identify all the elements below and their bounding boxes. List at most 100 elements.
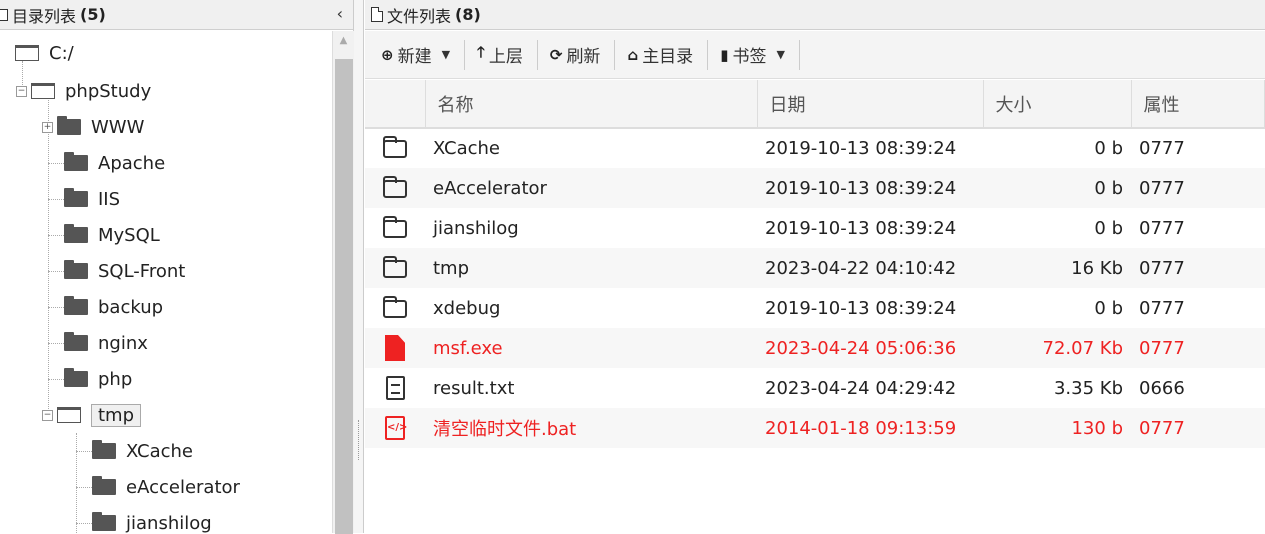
- folder-closed-icon: [64, 296, 88, 315]
- file-name[interactable]: msf.exe: [425, 328, 757, 368]
- new-button[interactable]: ⊕ 新建 ▼: [375, 39, 466, 70]
- icon-column-header: [365, 80, 426, 129]
- file-name[interactable]: XCache: [425, 128, 757, 168]
- home-icon: ⌂: [627, 45, 639, 64]
- file-size: 0 b: [1094, 297, 1123, 319]
- tree-node-php[interactable]: php: [64, 364, 132, 394]
- table-row[interactable]: jianshilog 2019-10-13 08:39:24 0 b 0777: [365, 208, 1265, 248]
- tree-node-label: C:/: [49, 42, 74, 64]
- file-size: 0 b: [983, 168, 1131, 208]
- tree-node-label: SQL-Front: [98, 260, 186, 282]
- file-attributes[interactable]: 0777: [1131, 128, 1265, 168]
- tree-node-www[interactable]: + WWW: [42, 112, 144, 142]
- table-row[interactable]: result.txt 2023-04-24 04:29:42 3.35 Kb 0…: [365, 368, 1265, 408]
- file-date: 2019-10-13 08:39:24: [765, 138, 957, 159]
- tree-node-xcache[interactable]: XCache: [92, 436, 193, 466]
- folder-closed-icon: [64, 188, 88, 207]
- row-icon-cell: [365, 288, 425, 328]
- tree-node-nginx[interactable]: nginx: [64, 328, 148, 358]
- tree-node-iis[interactable]: IIS: [64, 184, 120, 214]
- file-outline-icon: [371, 7, 383, 22]
- file-date: 2023-04-22 04:10:42: [757, 248, 983, 288]
- file-name[interactable]: result.txt: [425, 368, 757, 408]
- collapse-toggle-icon[interactable]: −: [16, 85, 27, 97]
- file-attributes[interactable]: 0777: [1131, 208, 1265, 248]
- tree-node-backup[interactable]: backup: [64, 292, 163, 322]
- panel-splitter[interactable]: [354, 0, 364, 533]
- column-header-date[interactable]: 日期: [757, 80, 984, 129]
- tree-node-label: nginx: [98, 332, 148, 354]
- file-name[interactable]: eAccelerator: [425, 168, 757, 208]
- folder-open-icon: [15, 45, 39, 61]
- file-attributes[interactable]: 0777: [1131, 408, 1265, 448]
- table-row[interactable]: eAccelerator 2019-10-13 08:39:24 0 b 077…: [365, 168, 1265, 208]
- folder-closed-icon: [92, 440, 116, 459]
- column-header-attributes[interactable]: 属性: [1131, 80, 1265, 129]
- tree-node-label: jianshilog: [126, 512, 212, 534]
- file-attributes[interactable]: 0777: [1131, 328, 1265, 368]
- tree-node-label-selected: tmp: [91, 403, 142, 427]
- directory-tree: C:/ − phpStudy + WWW Apache IIS MySQL SQ…: [0, 31, 332, 533]
- file-date: 2023-04-24 05:06:36: [757, 328, 983, 368]
- row-icon-cell: [365, 248, 425, 288]
- file-toolbar: ⊕ 新建 ▼ 🡑 上层 ⟳ 刷新 ⌂ 主目录 ▮ 书签 ▼: [365, 31, 1265, 79]
- code-file-icon: </>: [385, 416, 407, 440]
- folder-closed-icon: [64, 224, 88, 243]
- table-header-row: 名称 日期 大小 属性: [365, 80, 1265, 129]
- tree-scrollbar[interactable]: ▲: [332, 31, 354, 534]
- caret-down-icon: ▼: [776, 48, 785, 61]
- row-icon-cell: [365, 368, 425, 408]
- file-date: 2019-10-13 08:39:24: [765, 297, 957, 319]
- text-file-icon: [385, 376, 405, 400]
- table-row[interactable]: tmp 2023-04-22 04:10:42 16 Kb 0777: [365, 248, 1265, 288]
- file-size: 130 b: [983, 408, 1131, 448]
- folder-closed-icon: [92, 512, 116, 531]
- tree-node-apache[interactable]: Apache: [64, 148, 165, 178]
- table-row[interactable]: XCache 2019-10-13 08:39:24 0 b 0777: [365, 128, 1265, 168]
- tree-node-mysql[interactable]: MySQL: [64, 220, 160, 250]
- folder-closed-icon: [64, 332, 88, 351]
- file-attributes[interactable]: 0777: [1131, 288, 1265, 328]
- file-name[interactable]: jianshilog: [425, 208, 757, 248]
- file-panel-title: 文件列表: [387, 6, 452, 26]
- scroll-up-arrow-icon[interactable]: ▲: [333, 31, 354, 51]
- tree-node-label: IIS: [98, 188, 121, 210]
- column-header-size[interactable]: 大小: [983, 80, 1132, 129]
- file-name[interactable]: xdebug: [425, 288, 757, 328]
- refresh-button[interactable]: ⟳ 刷新: [544, 39, 616, 70]
- tree-node-phpstudy[interactable]: − phpStudy: [16, 76, 151, 106]
- tree-node-eaccelerator[interactable]: eAccelerator: [92, 472, 240, 502]
- table-row[interactable]: </> 清空临时文件.bat 2014-01-18 09:13:59 130 b…: [365, 408, 1265, 448]
- tree-node-tmp[interactable]: − tmp: [42, 400, 142, 430]
- file-table: 名称 日期 大小 属性 XCache 2019-10-13 08:39:24 0…: [365, 80, 1265, 448]
- row-icon-cell: [365, 168, 425, 208]
- tree-node-label: php: [98, 368, 133, 390]
- column-header-name[interactable]: 名称: [425, 80, 758, 129]
- tree-node-jianshilog[interactable]: jianshilog: [92, 508, 212, 533]
- bookmark-button[interactable]: ▮ 书签 ▼: [714, 39, 800, 70]
- file-size: 16 Kb: [983, 248, 1131, 288]
- tree-node-sql-front[interactable]: SQL-Front: [64, 256, 185, 286]
- bookmark-label: 书签: [732, 47, 767, 67]
- expand-toggle-icon[interactable]: +: [42, 121, 53, 133]
- row-icon-cell: </>: [365, 408, 425, 448]
- tree-node-label: backup: [98, 296, 164, 318]
- collapse-toggle-icon[interactable]: −: [42, 409, 53, 421]
- collapse-panel-button[interactable]: ‹: [337, 4, 343, 23]
- folder-icon: [383, 215, 407, 238]
- tree-node-c-drive[interactable]: C:/: [0, 38, 74, 68]
- folder-open-icon: [31, 83, 55, 99]
- table-row[interactable]: msf.exe 2023-04-24 05:06:36 72.07 Kb 077…: [365, 328, 1265, 368]
- file-attributes[interactable]: 0666: [1131, 368, 1265, 408]
- folder-closed-icon: [64, 260, 88, 279]
- file-attributes[interactable]: 0777: [1131, 248, 1265, 288]
- directory-panel-title: 目录列表: [12, 6, 77, 26]
- table-row[interactable]: xdebug 2019-10-13 08:39:24 0 b 0777: [365, 288, 1265, 328]
- file-attributes[interactable]: 0777: [1131, 168, 1265, 208]
- scrollbar-thumb[interactable]: [335, 59, 353, 534]
- file-name[interactable]: 清空临时文件.bat: [425, 408, 757, 448]
- row-icon-cell: [365, 128, 425, 168]
- file-name[interactable]: tmp: [425, 248, 757, 288]
- up-level-button[interactable]: 🡑 上层: [471, 39, 538, 70]
- home-directory-button[interactable]: ⌂ 主目录: [621, 39, 709, 70]
